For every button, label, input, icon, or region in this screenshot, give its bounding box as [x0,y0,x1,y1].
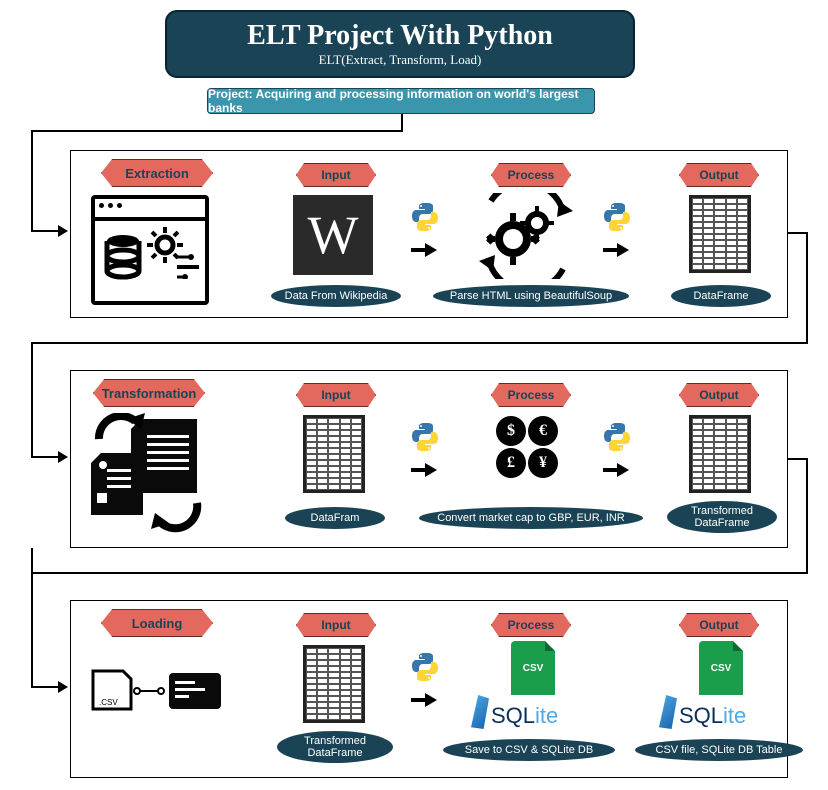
process-label: Process [491,163,571,187]
header-panel: ELT Project With Python ELT(Extract, Tra… [165,10,635,78]
wikipedia-icon: W [293,195,373,275]
arrow-head-icon [58,451,68,463]
input-label: Input [296,613,376,637]
parse-gears-icon [471,193,581,279]
currency-euro-icon: € [528,416,558,446]
dataframe-icon [689,415,751,493]
arrow-icon [603,243,629,257]
flow-line [31,342,808,344]
input-caption: Data From Wikipedia [271,285,401,307]
sqlite-logo-icon: SQLite [471,695,558,729]
arrow-icon [603,463,629,477]
currency-dollar-icon: $ [496,416,526,446]
arrow-head-icon [58,225,68,237]
dataframe-icon [303,415,365,493]
csv-sqlite-icon: CSV SQLite [659,641,746,729]
stage-transformation: Transformation [70,370,788,548]
flow-line [31,456,59,458]
stage-name-badge: Loading [101,609,213,637]
csv-sqlite-icon: CSV SQLite [471,641,558,729]
flow-line [788,458,808,460]
page-title: ELT Project With Python [247,20,553,52]
csv-file-icon: CSV [511,641,555,695]
python-icon [601,201,633,233]
stage-name-badge: Transformation [93,379,205,407]
output-caption: DataFrame [671,285,771,307]
page-subtitle: ELT(Extract, Transform, Load) [319,52,482,68]
arrow-icon [411,693,437,707]
flow-line [31,342,33,458]
csv-file-icon: CSV [699,641,743,695]
svg-text:.CSV: .CSV [99,698,118,707]
process-caption: Save to CSV & SQLite DB [443,739,615,761]
flow-line [806,232,808,344]
project-description-bar: Project: Acquiring and processing inform… [207,88,595,114]
arrow-icon [411,243,437,257]
load-target-icon: .CSV [89,663,229,717]
input-caption: DataFram [285,507,385,529]
input-caption: Transformed DataFrame [277,731,393,763]
currency-icons: $ € £ ¥ [487,415,567,479]
output-caption: CSV file, SQLite DB Table [635,739,803,761]
flow-line [31,686,59,688]
input-label: Input [296,163,376,187]
data-source-icon [91,195,209,305]
python-icon [409,201,441,233]
dataframe-icon [303,645,365,723]
flow-line [788,232,808,234]
transform-docs-icon [91,413,221,533]
stage-loading: Loading .CSV Input Transformed DataFrame… [70,600,788,778]
process-label: Process [491,383,571,407]
output-label: Output [679,613,759,637]
flow-line [31,230,59,232]
output-label: Output [679,383,759,407]
process-label: Process [491,613,571,637]
input-label: Input [296,383,376,407]
python-icon [409,651,441,683]
process-caption: Convert market cap to GBP, EUR, INR [419,507,643,529]
sqlite-logo-icon: SQLite [659,695,746,729]
flow-line [806,458,808,574]
stage-name-badge: Extraction [101,159,213,187]
arrow-icon [411,463,437,477]
process-caption: Parse HTML using BeautifulSoup [433,285,629,307]
stage-extraction: Extraction [70,150,788,318]
output-label: Output [679,163,759,187]
flow-line [31,130,403,132]
currency-pound-icon: £ [496,448,526,478]
arrow-head-icon [58,681,68,693]
python-icon [409,421,441,453]
dataframe-icon [689,195,751,273]
flow-line [31,572,808,574]
flow-line [31,548,33,688]
flow-line [31,130,33,232]
python-icon [601,421,633,453]
output-caption: Transformed DataFrame [667,501,777,533]
currency-yen-icon: ¥ [528,448,558,478]
